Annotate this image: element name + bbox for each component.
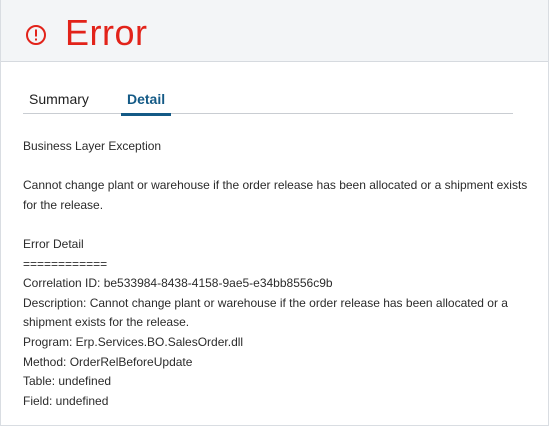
dialog-header: Error: [1, 0, 548, 62]
error-detail-heading: Error Detail: [23, 236, 84, 251]
method-name: Method: OrderRelBeforeUpdate: [23, 354, 193, 369]
error-dialog: Error Summary Detail Business Layer Exce…: [0, 0, 549, 426]
tab-summary[interactable]: Summary: [29, 90, 89, 113]
detail-panel: Business Layer Exception Cannot change p…: [23, 137, 538, 411]
error-circle-icon: [26, 25, 46, 45]
table-name: Table: undefined: [23, 374, 112, 389]
dialog-title: Error: [65, 12, 148, 53]
tab-bar: Summary Detail: [23, 86, 513, 116]
exception-type: Business Layer Exception: [23, 139, 162, 153]
tab-detail[interactable]: Detail: [121, 90, 172, 116]
error-message: Cannot change plant or warehouse if the …: [23, 178, 528, 212]
correlation-id: Correlation ID: be533984-8438-4158-9ae5-…: [23, 276, 333, 291]
field-name: Field: undefined: [23, 393, 109, 408]
program-name: Program: Erp.Services.BO.SalesOrder.dll: [23, 334, 244, 349]
error-description: Description: Cannot change plant or ware…: [23, 295, 508, 330]
separator-line: ============: [23, 256, 108, 271]
